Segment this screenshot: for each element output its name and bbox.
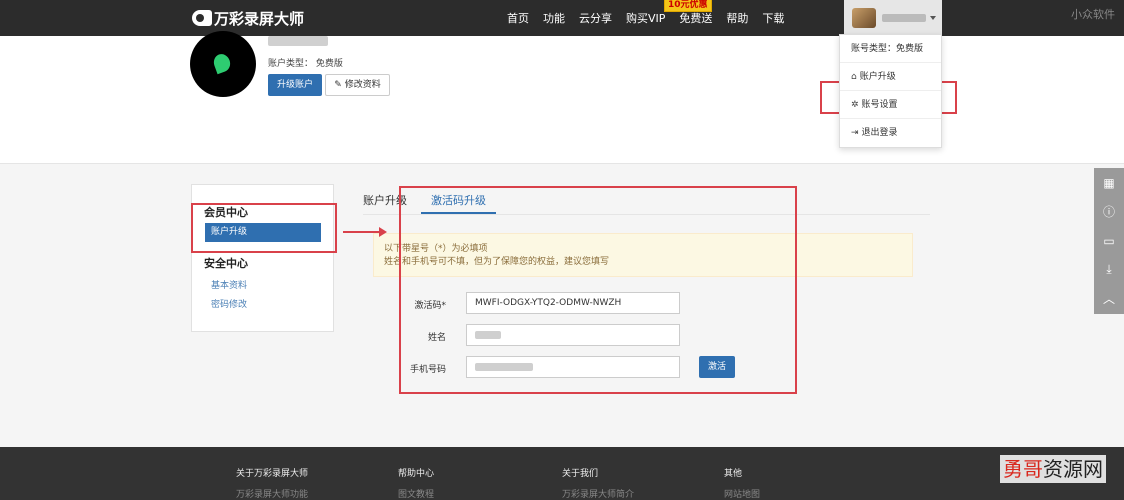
dropdown-account-type: 账号类型：免费版 (840, 35, 941, 63)
nav-help[interactable]: 帮助 (726, 10, 748, 26)
back-to-top-icon[interactable]: ︿ (1094, 284, 1124, 313)
nav-cloud-share[interactable]: 云分享 (579, 10, 612, 26)
dropdown-upgrade[interactable]: ⌂ 账户升级 (840, 63, 941, 91)
footer-link[interactable]: 万彩录屏大师简介 (562, 487, 634, 500)
footer-heading: 关于我们 (562, 469, 599, 479)
site-logo[interactable]: 万彩录屏大师 (192, 9, 305, 28)
footer-link[interactable]: 网站地图 (724, 487, 760, 500)
footer: 关于万彩录屏大师 万彩录屏大师功能 帮助中心 图文教程 关于我们 万彩录屏大师简… (0, 447, 1124, 500)
dropdown-settings-label: 账号设置 (861, 99, 898, 110)
nav-buy-vip[interactable]: 购买VIP 10元优惠 (626, 0, 712, 26)
upgrade-account-button[interactable]: 升级账户 (268, 74, 322, 96)
profile-name-blurred (268, 36, 328, 46)
sidebar-heading-security: 安全中心 (204, 257, 248, 270)
download-icon[interactable]: ⤓ (1094, 255, 1124, 284)
user-dropdown: 账号类型：免费版 ⌂ 账户升级 ✲ 账号设置 ⇥ 退出登录 (839, 34, 942, 148)
footer-heading: 其他 (724, 469, 743, 479)
logout-icon: ⇥ (851, 128, 859, 138)
annotation-box-sidebar (191, 203, 337, 253)
footer-col-about-product: 关于万彩录屏大师 万彩录屏大师功能 (236, 466, 308, 500)
qr-icon[interactable]: ▦ (1094, 168, 1124, 197)
footer-heading: 帮助中心 (398, 469, 435, 479)
footer-col-about-us: 关于我们 万彩录屏大师简介 (562, 466, 634, 500)
dropdown-logout[interactable]: ⇥ 退出登录 (840, 119, 941, 147)
caret-down-icon (930, 16, 936, 20)
profile-account-type: 账户类型： 免费版 (268, 59, 343, 69)
edit-profile-label: 修改资料 (344, 80, 381, 90)
watermark-bottom-a: 勇哥 (1003, 457, 1043, 481)
avatar (852, 8, 876, 28)
leaf-icon (211, 51, 233, 75)
help-icon[interactable]: ⓘ (1094, 197, 1124, 226)
dropdown-upgrade-label: 账户升级 (859, 71, 896, 82)
nav-download[interactable]: 下载 (762, 10, 784, 26)
home-icon: ⌂ (851, 71, 857, 82)
edit-icon: ✎ (334, 80, 342, 90)
footer-link[interactable]: 万彩录屏大师功能 (236, 487, 308, 500)
logo-icon (192, 10, 212, 26)
nav-home[interactable]: 首页 (507, 10, 529, 26)
annotation-box-form (399, 186, 797, 394)
footer-link[interactable]: 图文教程 (398, 487, 434, 500)
footer-heading: 关于万彩录屏大师 (236, 469, 309, 479)
logo-text: 万彩录屏大师 (214, 9, 305, 28)
footer-col-help: 帮助中心 图文教程 (398, 466, 434, 500)
top-navbar: 万彩录屏大师 首页 功能 云分享 购买VIP 10元优惠 免费送 帮助 下载 小… (0, 0, 1124, 36)
floating-toolbar: ▦ ⓘ ▭ ⤓ ︿ (1094, 168, 1124, 314)
annotation-arrow-right (343, 227, 387, 237)
dropdown-settings[interactable]: ✲ 账号设置 (840, 91, 941, 119)
profile-avatar (190, 31, 256, 97)
footer-col-other: 其他 网站地图 (724, 466, 760, 500)
nav-free-gift[interactable]: 免费送 (679, 10, 712, 26)
watermark-top: 小众软件 (1071, 8, 1115, 21)
watermark-bottom: 勇哥资源网 (1000, 455, 1106, 483)
nav-buy-vip-label: 购买VIP (626, 12, 666, 25)
main-nav: 首页 功能 云分享 购买VIP 10元优惠 免费送 帮助 下载 (500, 0, 791, 36)
gear-icon: ✲ (851, 99, 859, 110)
chat-icon[interactable]: ▭ (1094, 226, 1124, 255)
dropdown-logout-label: 退出登录 (861, 128, 898, 138)
nav-features[interactable]: 功能 (543, 10, 565, 26)
sidebar-item-basic-info[interactable]: 基本资料 (211, 278, 247, 291)
watermark-bottom-b: 资源网 (1043, 457, 1103, 481)
sidebar-item-password[interactable]: 密码修改 (211, 297, 247, 310)
username-blurred (882, 14, 926, 22)
user-menu-toggle[interactable] (844, 0, 942, 36)
edit-profile-button[interactable]: ✎ 修改资料 (325, 74, 390, 96)
